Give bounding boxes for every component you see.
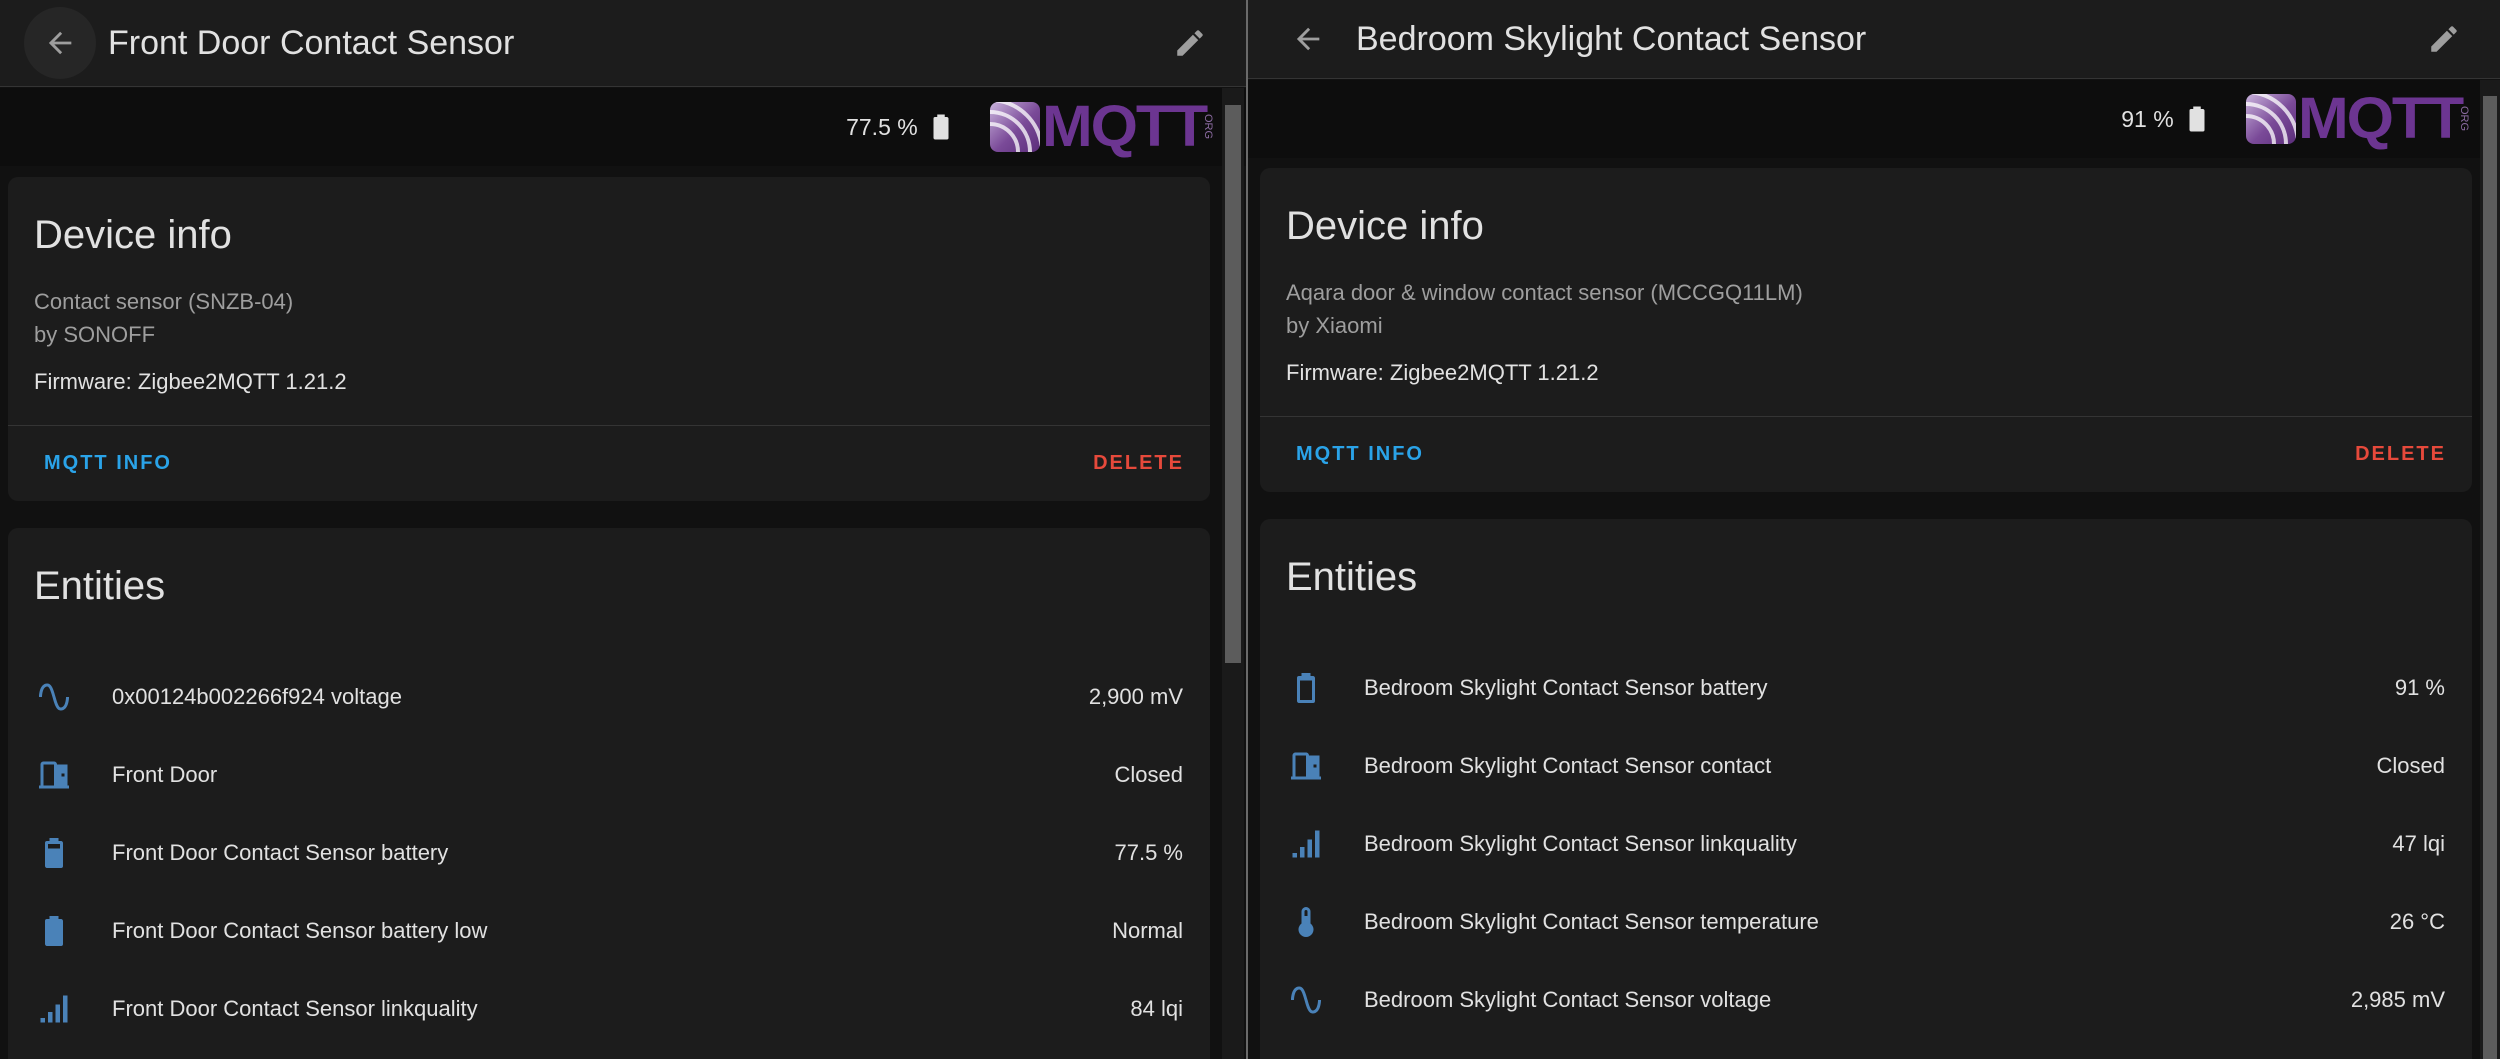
entity-name: Front Door Contact Sensor battery low [112,918,488,943]
battery-icon [2189,106,2205,132]
entity-row-battery[interactable]: Front Door Contact Sensor battery 77.5 % [8,814,1210,892]
device-info-card: Device info Aqara door & window contact … [1260,168,2472,492]
entity-name: Bedroom Skylight Contact Sensor linkqual… [1364,831,1797,856]
mqtt-logo-text: MQTT [2297,86,2464,151]
entities-card: Entities 0x00124b002266f924 voltage 2,90… [8,528,1210,1059]
entity-row-voltage[interactable]: Bedroom Skylight Contact Sensor voltage … [1260,961,2472,1039]
mqtt-logo: MQTT ORG [2245,86,2470,151]
door-icon [1286,746,1326,786]
entity-state: 2,900 mV [1088,684,1183,709]
entity-state: 47 lqi [2392,831,2445,856]
edit-button[interactable] [1154,7,1226,79]
entity-state: 2,985 mV [2350,987,2445,1012]
arrow-left-icon [48,31,72,55]
entity-row-battery[interactable]: Bedroom Skylight Contact Sensor battery … [1260,649,2472,727]
battery-status: 77.5 % [846,109,956,145]
entity-state: 77.5 % [1114,840,1184,865]
toolbar: Front Door Contact Sensor [0,0,1246,87]
delete-button[interactable]: DELETE [2355,443,2446,466]
page-title: Bedroom Skylight Contact Sensor [1356,19,1867,58]
device-header: 77.5 % MQTT ORG [0,88,1246,166]
device-info-heading: Device info [34,213,232,257]
device-header: 91 % MQTT ORG [1248,80,2500,158]
scrollbar-thumb[interactable] [2483,96,2497,1059]
entity-row-linkquality[interactable]: Bedroom Skylight Contact Sensor linkqual… [1260,805,2472,883]
battery-status: 91 % [2121,101,2211,137]
mqtt-logo-mark [989,102,1040,152]
entity-name: Bedroom Skylight Contact Sensor battery [1364,675,1768,700]
entities-heading: Entities [1286,555,1418,599]
device-model: Aqara door & window contact sensor (MCCG… [1286,280,1803,305]
device-manufacturer: by Xiaomi [1286,313,1383,338]
device-info-card: Device info Contact sensor (SNZB-04) by … [8,177,1210,501]
card-actions: MQTT INFO DELETE [1260,416,2472,492]
entity-row-voltage[interactable]: 0x00124b002266f924 voltage 2,900 mV [8,658,1210,736]
thermometer-icon [1286,902,1326,942]
entity-row-temperature[interactable]: Bedroom Skylight Contact Sensor temperat… [1260,883,2472,961]
signal-icon [1286,824,1326,864]
pencil-icon [1177,30,1203,56]
entity-name: Front Door Contact Sensor battery [112,840,449,865]
device-pane-bedroom-skylight: Bedroom Skylight Contact Sensor 91 % MQT… [1248,0,2500,1059]
sine-wave-icon [1286,980,1326,1020]
back-button[interactable] [1272,3,1344,75]
entity-name: Bedroom Skylight Contact Sensor temperat… [1364,909,1819,934]
device-pane-front-door: Front Door Contact Sensor 77.5 % MQTT OR… [0,0,1246,1059]
entities-card: Entities Bedroom Skylight Contact Sensor… [1260,519,2472,1059]
card-actions: MQTT INFO DELETE [8,425,1210,501]
door-icon [34,755,74,795]
entity-row-contact[interactable]: Front Door Closed [8,736,1210,814]
toolbar: Bedroom Skylight Contact Sensor [1248,0,2500,79]
device-info-heading: Device info [1286,204,1484,248]
battery-level: 77.5 % [846,113,918,140]
sine-wave-icon [34,677,74,717]
battery-icon [1286,668,1326,708]
entity-state: Closed [1114,762,1183,787]
battery-full-icon [34,911,74,951]
device-manufacturer: by SONOFF [34,322,156,347]
entity-name: Front Door [112,762,218,787]
device-firmware: Firmware: Zigbee2MQTT 1.21.2 [34,369,347,394]
pencil-icon [2431,26,2457,52]
battery-icon [34,833,74,873]
entity-state: Normal [1112,918,1183,943]
device-firmware: Firmware: Zigbee2MQTT 1.21.2 [1286,360,1599,385]
arrow-left-icon [1296,27,1320,51]
entity-row-contact[interactable]: Bedroom Skylight Contact Sensor contact … [1260,727,2472,805]
back-button[interactable] [24,7,96,79]
mqtt-logo: MQTT ORG [989,94,1214,159]
scrollbar-thumb[interactable] [1225,105,1241,663]
battery-level: 91 % [2121,105,2174,132]
entity-state: 26 °C [2389,909,2445,934]
mqtt-info-button[interactable]: MQTT INFO [44,452,172,475]
entity-state: 84 lqi [1130,996,1183,1021]
entity-name: Bedroom Skylight Contact Sensor contact [1364,753,1772,778]
delete-button[interactable]: DELETE [1093,452,1184,475]
entity-row-battery-low[interactable]: Front Door Contact Sensor battery low No… [8,892,1210,970]
page-title: Front Door Contact Sensor [108,23,515,62]
entity-state: Closed [2376,753,2445,778]
edit-button[interactable] [2408,3,2480,75]
entity-row-linkquality[interactable]: Front Door Contact Sensor linkquality 84… [8,970,1210,1048]
entity-name: Front Door Contact Sensor linkquality [112,996,478,1021]
entity-state: 91 % [2394,675,2445,700]
entities-heading: Entities [34,564,166,608]
entity-name: 0x00124b002266f924 voltage [112,684,402,709]
battery-icon [933,114,949,140]
signal-icon [34,989,74,1029]
mqtt-logo-mark [2245,94,2296,144]
mqtt-logo-text: MQTT [1041,94,1208,159]
mqtt-info-button[interactable]: MQTT INFO [1296,443,1424,466]
entity-name: Bedroom Skylight Contact Sensor voltage [1364,987,1772,1012]
device-model: Contact sensor (SNZB-04) [34,289,294,314]
